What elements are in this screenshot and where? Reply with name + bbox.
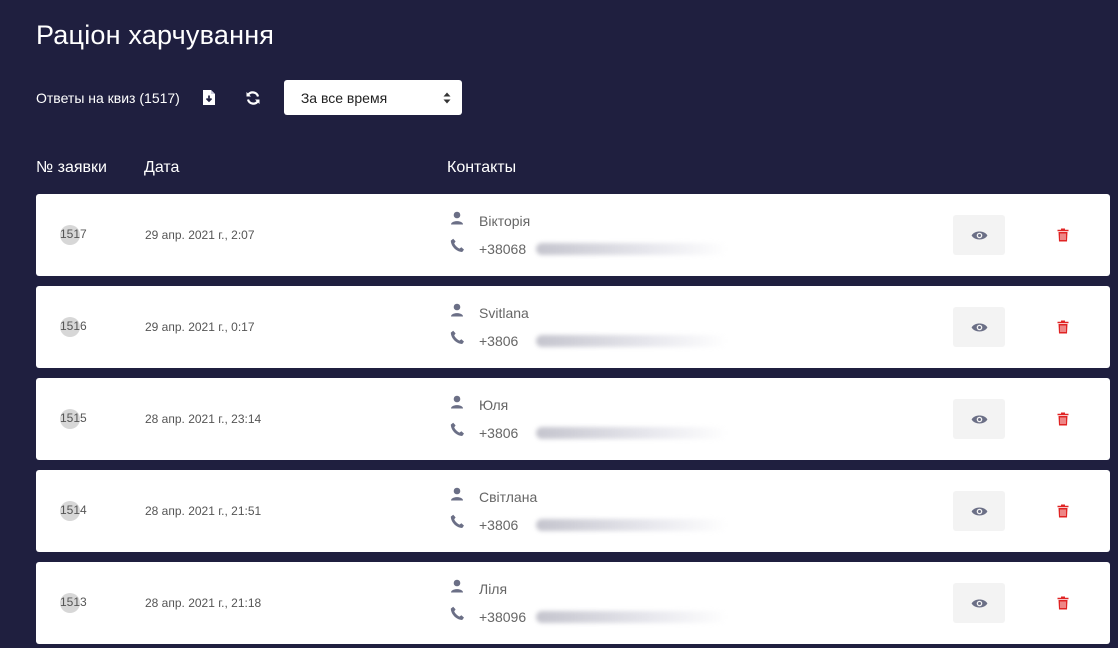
contact-name: Юля bbox=[479, 397, 509, 413]
phone-redaction bbox=[536, 243, 726, 255]
request-row[interactable]: 1516 29 апр. 2021 г., 0:17 Svitlana +380… bbox=[36, 286, 1110, 368]
user-icon bbox=[451, 487, 463, 501]
request-number-text: 1514 bbox=[60, 503, 87, 517]
trash-icon bbox=[1057, 596, 1069, 610]
contact-phone: +3806 bbox=[479, 517, 519, 533]
answers-count-label: Ответы на квиз (1517) bbox=[36, 89, 180, 106]
phone-icon bbox=[450, 238, 464, 252]
eye-icon bbox=[971, 231, 987, 239]
contact-phone: +38096 bbox=[479, 609, 527, 625]
period-select[interactable]: За все время bbox=[283, 80, 462, 115]
eye-icon bbox=[971, 599, 987, 607]
trash-icon bbox=[1057, 228, 1069, 242]
column-header-number: № заявки bbox=[36, 159, 107, 176]
user-icon bbox=[451, 579, 463, 593]
contact-phone: +3806 bbox=[479, 425, 519, 441]
column-header-contacts: Контакты bbox=[447, 159, 517, 176]
export-button[interactable] bbox=[196, 85, 222, 111]
trash-icon bbox=[1057, 412, 1069, 426]
request-row[interactable]: 1517 29 апр. 2021 г., 2:07 Вікторія +380… bbox=[36, 194, 1110, 276]
contact-name: Svitlana bbox=[479, 305, 529, 321]
column-header-date: Дата bbox=[144, 159, 180, 176]
request-row[interactable]: 1515 28 апр. 2021 г., 23:14 Юля +3806 bbox=[36, 378, 1110, 460]
request-number: 1516 bbox=[60, 317, 87, 339]
eye-icon bbox=[971, 323, 987, 331]
request-number: 1517 bbox=[60, 225, 87, 247]
delete-button[interactable] bbox=[1053, 501, 1073, 521]
contact-phone: +3806 bbox=[479, 333, 519, 349]
phone-icon bbox=[450, 606, 464, 620]
page-title: Раціон харчування bbox=[36, 20, 275, 50]
file-download-icon bbox=[202, 90, 215, 105]
phone-redaction bbox=[536, 519, 726, 531]
user-icon bbox=[451, 211, 463, 225]
user-icon bbox=[451, 395, 463, 409]
phone-redaction bbox=[536, 611, 726, 623]
refresh-button[interactable] bbox=[240, 85, 266, 111]
period-select-value: За все время bbox=[300, 89, 388, 106]
request-row[interactable]: 1514 28 апр. 2021 г., 21:51 Світлана +38… bbox=[36, 470, 1110, 552]
view-button[interactable] bbox=[953, 399, 1005, 439]
request-date: 28 апр. 2021 г., 21:18 bbox=[145, 596, 262, 610]
phone-icon bbox=[450, 422, 464, 436]
contact-name: Світлана bbox=[479, 489, 538, 505]
delete-button[interactable] bbox=[1053, 409, 1073, 429]
view-button[interactable] bbox=[953, 307, 1005, 347]
phone-icon bbox=[450, 514, 464, 528]
contact-phone: +38068 bbox=[479, 241, 527, 257]
request-date: 29 апр. 2021 г., 2:07 bbox=[145, 228, 255, 242]
delete-button[interactable] bbox=[1053, 225, 1073, 245]
trash-icon bbox=[1057, 504, 1069, 518]
phone-redaction bbox=[536, 427, 726, 439]
sort-caret-icon bbox=[443, 92, 451, 103]
trash-icon bbox=[1057, 320, 1069, 334]
request-number-text: 1515 bbox=[60, 411, 87, 425]
toolbar: Ответы на квиз (1517) За все время bbox=[36, 80, 462, 115]
delete-button[interactable] bbox=[1053, 317, 1073, 337]
contact-name: Вікторія bbox=[479, 213, 531, 229]
request-date: 29 апр. 2021 г., 0:17 bbox=[145, 320, 255, 334]
phone-redaction bbox=[536, 335, 726, 347]
user-icon bbox=[451, 303, 463, 317]
request-date: 28 апр. 2021 г., 21:51 bbox=[145, 504, 262, 518]
request-number-text: 1516 bbox=[60, 319, 87, 333]
contact-name: Ліля bbox=[479, 581, 508, 597]
refresh-icon bbox=[246, 90, 260, 105]
request-number: 1514 bbox=[60, 501, 87, 523]
view-button[interactable] bbox=[953, 491, 1005, 531]
eye-icon bbox=[971, 507, 987, 515]
view-button[interactable] bbox=[953, 583, 1005, 623]
request-number-text: 1517 bbox=[60, 227, 87, 241]
view-button[interactable] bbox=[953, 215, 1005, 255]
eye-icon bbox=[971, 415, 987, 423]
phone-icon bbox=[450, 330, 464, 344]
request-date: 28 апр. 2021 г., 23:14 bbox=[145, 412, 262, 426]
request-number: 1513 bbox=[60, 593, 87, 615]
request-number-text: 1513 bbox=[60, 595, 87, 609]
request-number: 1515 bbox=[60, 409, 87, 431]
request-row[interactable]: 1513 28 апр. 2021 г., 21:18 Ліля +38096 bbox=[36, 562, 1110, 644]
delete-button[interactable] bbox=[1053, 593, 1073, 613]
